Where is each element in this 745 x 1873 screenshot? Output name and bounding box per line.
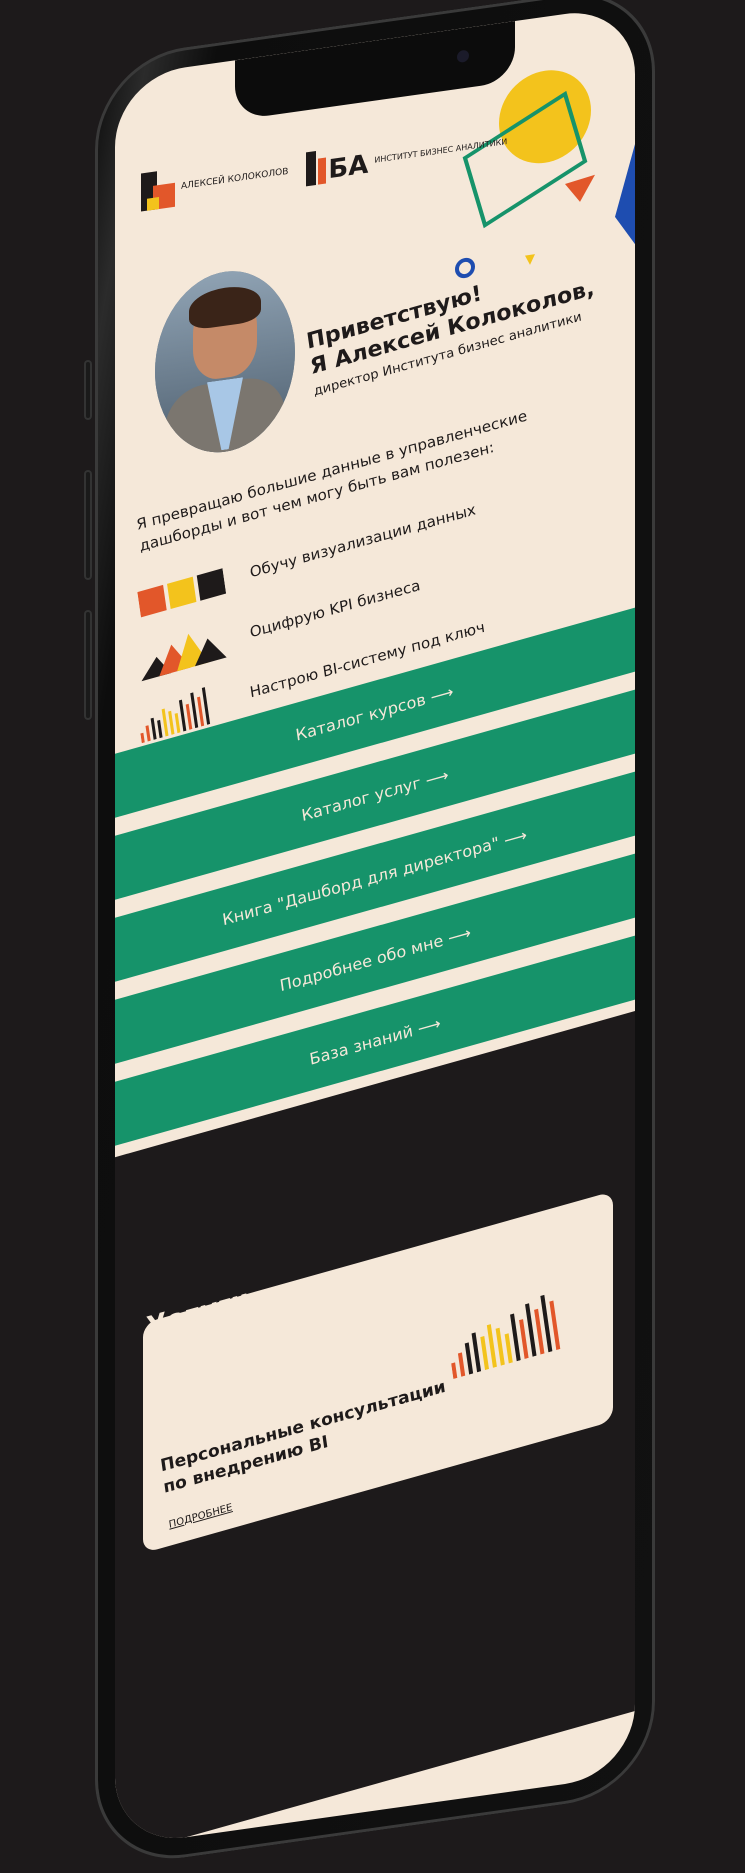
- logo-ak[interactable]: АЛЕКСЕЙ КОЛОКОЛОВ: [141, 153, 288, 212]
- volume-down-button: [84, 610, 92, 720]
- ak-logo-icon: [141, 169, 175, 212]
- silent-switch: [84, 360, 92, 420]
- stage: АЛЕКСЕЙ КОЛОКОЛОВ БА ИНСТИТУТ БИЗНЕС АНА…: [0, 0, 745, 1873]
- phone-screen: АЛЕКСЕЙ КОЛОКОЛОВ БА ИНСТИТУТ БИЗНЕС АНА…: [115, 4, 635, 1848]
- iba-logo-icon: БА: [306, 144, 368, 187]
- volume-up-button: [84, 470, 92, 580]
- iba-logo-letters: БА: [328, 149, 369, 186]
- avatar: [155, 261, 295, 462]
- iba-logo-text: ИНСТИТУТ БИЗНЕС АНАЛИТИКИ: [374, 136, 508, 165]
- ak-logo-text: АЛЕКСЕЙ КОЛОКОЛОВ: [181, 166, 289, 192]
- camera-icon: [457, 49, 469, 64]
- phone-frame: АЛЕКСЕЙ КОЛОКОЛОВ БА ИНСТИТУТ БИЗНЕС АНА…: [95, 0, 655, 1871]
